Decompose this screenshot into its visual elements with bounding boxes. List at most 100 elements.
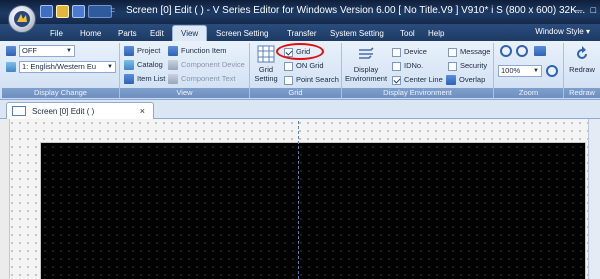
ribbon-tab-bar: File Home Parts Edit View Screen Setting… — [0, 24, 600, 41]
device-checkbox[interactable]: Device — [392, 46, 427, 58]
display-environment-button[interactable]: Display Environment — [344, 45, 388, 83]
chevron-down-icon: ▼ — [66, 48, 72, 54]
tab-screen-setting[interactable]: Screen Setting — [216, 26, 268, 41]
component-text-icon — [168, 74, 178, 84]
grid-icon — [257, 45, 275, 63]
display-environment-icon — [359, 47, 374, 59]
vertical-scrollbar[interactable] — [588, 119, 600, 279]
group-label-grid: Grid — [250, 88, 341, 98]
grid-setting-label-line2: Setting — [254, 74, 278, 83]
zoom-out-icon[interactable] — [516, 45, 528, 57]
onoff-select[interactable]: OFF ▼ — [19, 45, 75, 57]
project-label: Project — [137, 46, 161, 55]
security-label: Security — [460, 61, 488, 70]
item-list-label: Item List — [137, 74, 166, 83]
left-ruler — [0, 119, 10, 279]
overlap-button[interactable]: Overlap — [446, 74, 485, 86]
point-search-checkbox[interactable]: Point Search — [284, 74, 339, 86]
app-logo-icon — [14, 11, 30, 27]
document-tab-strip: Screen [0] Edit ( ) × — [0, 100, 600, 119]
message-checkbox-box[interactable] — [448, 47, 457, 57]
device-label: Device — [404, 47, 427, 56]
idno-checkbox[interactable]: IDNo. — [392, 60, 423, 72]
overlap-icon — [446, 75, 456, 85]
screen-icon — [12, 106, 26, 116]
point-search-checkbox-box[interactable] — [284, 75, 293, 85]
zoom-fit-icon[interactable] — [534, 46, 546, 56]
qat-separator: = — [110, 5, 116, 15]
zoom-in-icon[interactable] — [500, 45, 512, 57]
display-mode-icon — [6, 46, 16, 56]
chevron-down-icon: ▼ — [533, 68, 539, 74]
close-icon[interactable]: × — [140, 106, 145, 116]
document-tab-screen-0[interactable]: Screen [0] Edit ( ) × — [6, 102, 154, 119]
window-style-menu[interactable]: Window Style ▾ — [535, 27, 590, 36]
highlight-oval — [276, 43, 324, 60]
function-item-label: Function Item — [181, 46, 227, 55]
group-label-zoom: Zoom — [494, 88, 563, 98]
language-select[interactable]: 1: English/Western Eu ▼ — [19, 61, 116, 73]
component-device-button[interactable]: Component Device — [168, 59, 245, 71]
message-checkbox[interactable]: Message — [448, 46, 490, 58]
redraw-icon — [577, 46, 587, 59]
tab-home[interactable]: Home — [80, 26, 101, 41]
idno-label: IDNo. — [404, 61, 424, 70]
undo-redo-icon[interactable] — [88, 5, 112, 18]
center-line-checkbox-box[interactable] — [392, 75, 401, 85]
on-grid-checkbox-box[interactable] — [284, 61, 293, 71]
idno-checkbox-box[interactable] — [392, 61, 401, 71]
component-device-label: Component Device — [181, 60, 245, 69]
redraw-label: Redraw — [569, 65, 595, 74]
security-checkbox[interactable]: Security — [448, 60, 487, 72]
display-environment-label-line2: Environment — [344, 74, 388, 83]
device-checkbox-box[interactable] — [392, 47, 401, 57]
group-label-display-environment: Display Environment — [342, 88, 493, 98]
message-label: Message — [460, 47, 491, 56]
group-label-view: View — [120, 88, 249, 98]
tab-transfer[interactable]: Transfer — [287, 26, 317, 41]
onoff-select-value: OFF — [22, 46, 37, 55]
minimize-icon[interactable]: — — [574, 5, 583, 15]
tab-file[interactable]: File — [50, 26, 63, 41]
tab-parts[interactable]: Parts — [118, 26, 137, 41]
restore-icon[interactable]: □ — [591, 5, 596, 15]
tab-edit[interactable]: Edit — [150, 26, 164, 41]
open-folder-icon[interactable] — [56, 5, 69, 18]
function-item-button[interactable]: Function Item — [168, 45, 226, 57]
zoom-select-value: 100% — [501, 66, 521, 75]
redraw-button[interactable]: Redraw — [566, 45, 598, 74]
component-text-button[interactable]: Component Text — [168, 73, 235, 85]
group-display-environment: Display Environment Device IDNo. Center … — [342, 43, 494, 98]
window-controls: — □ — [574, 5, 596, 15]
center-line — [298, 121, 299, 279]
save-icon[interactable] — [72, 5, 85, 18]
display-environment-label-line1: Display — [353, 65, 379, 74]
new-file-icon[interactable] — [40, 5, 53, 18]
center-line-checkbox[interactable]: Center Line — [392, 74, 443, 86]
on-grid-checkbox[interactable]: ON Grid — [284, 60, 324, 72]
tab-tool[interactable]: Tool — [400, 26, 415, 41]
tab-help[interactable]: Help — [428, 26, 444, 41]
function-item-icon — [168, 46, 178, 56]
group-display-change: OFF ▼ 1: English/Western Eu ▼ Display Ch… — [2, 43, 120, 98]
group-zoom: 100% ▼ Zoom — [494, 43, 564, 98]
tab-system-setting[interactable]: System Setting — [330, 26, 384, 41]
catalog-button[interactable]: Catalog — [124, 59, 163, 71]
screen-area[interactable] — [40, 142, 586, 279]
catalog-label: Catalog — [137, 60, 163, 69]
tab-view[interactable]: View — [172, 25, 208, 41]
item-list-button[interactable]: Item List — [124, 73, 165, 85]
group-label-display-change: Display Change — [2, 88, 119, 98]
catalog-icon — [124, 60, 134, 70]
security-checkbox-box[interactable] — [448, 61, 457, 71]
group-redraw: Redraw Redraw — [564, 43, 600, 98]
zoom-select[interactable]: 100% ▼ — [498, 65, 542, 77]
component-device-icon — [168, 60, 178, 70]
project-button[interactable]: Project — [124, 45, 160, 57]
project-icon — [124, 46, 134, 56]
application-menu-button[interactable] — [8, 5, 36, 33]
language-select-value: 1: English/Western Eu — [22, 62, 97, 71]
group-label-redraw: Redraw — [564, 88, 600, 98]
zoom-search-icon[interactable] — [546, 65, 558, 77]
language-icon — [6, 62, 16, 72]
